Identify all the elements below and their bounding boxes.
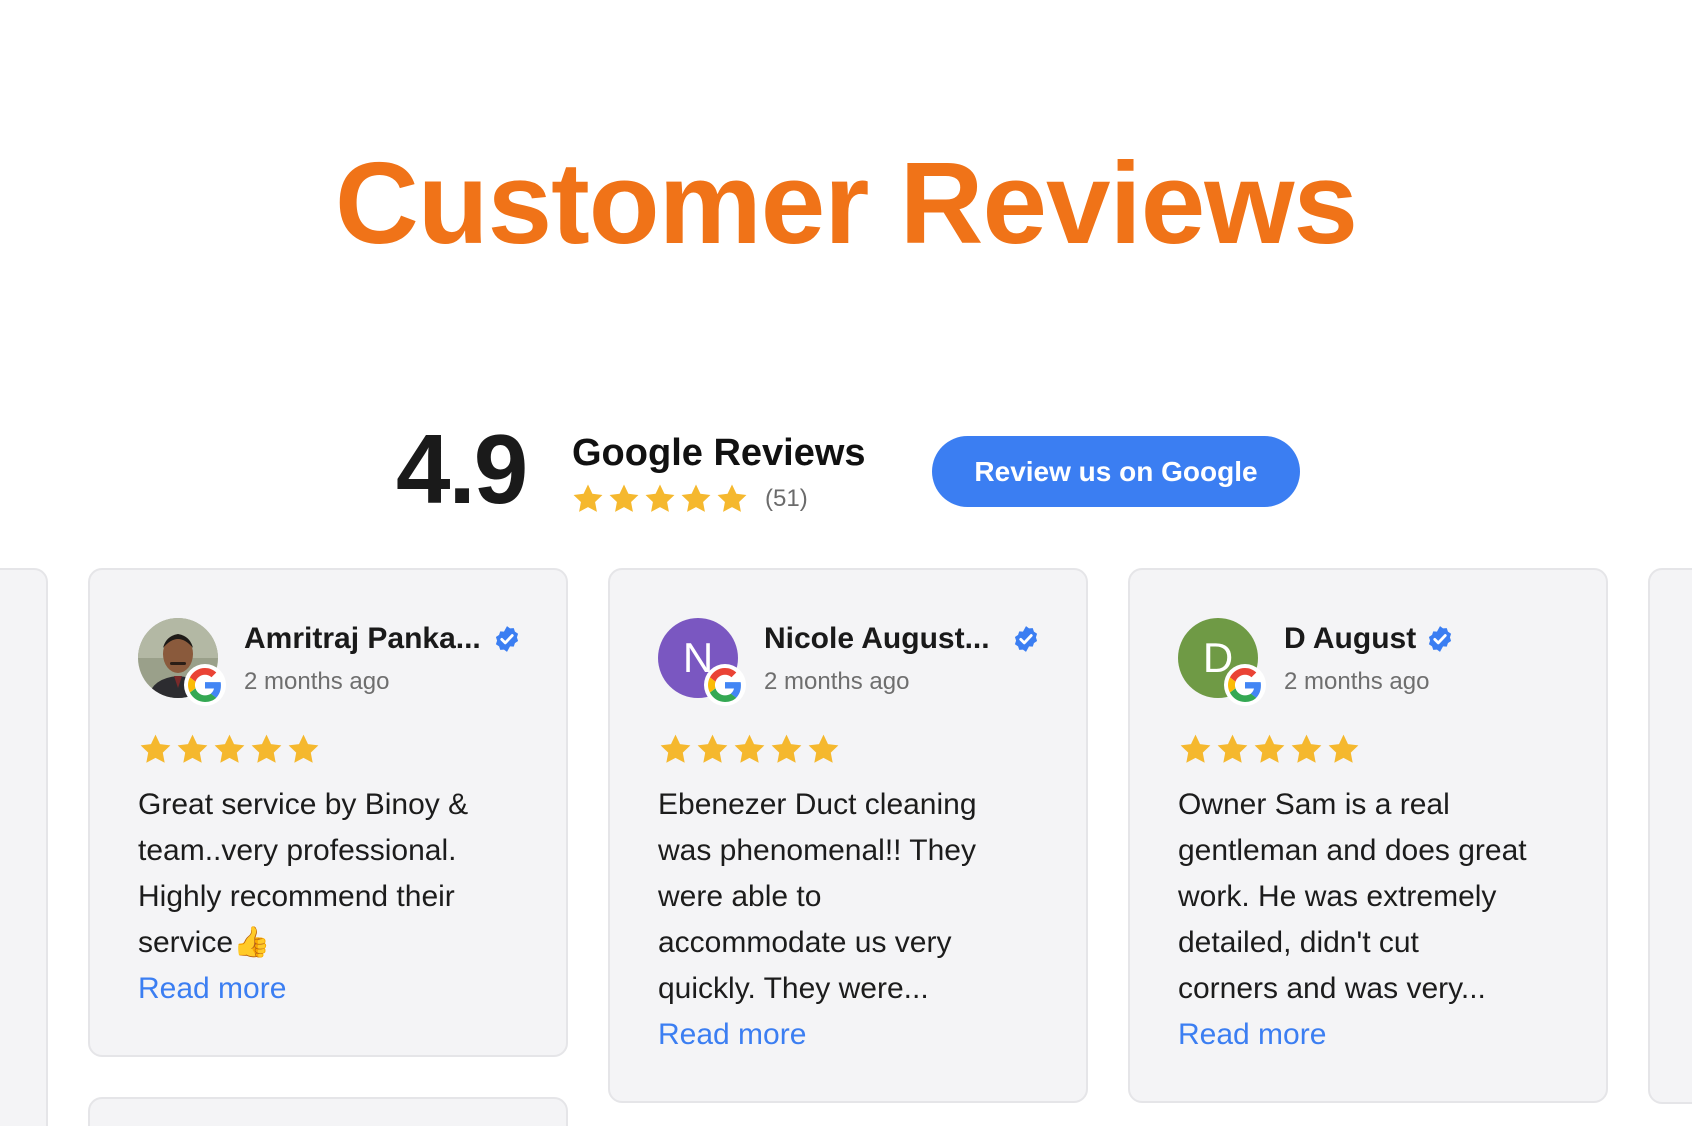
review-stars bbox=[1178, 732, 1361, 767]
review-text-line: accommodate us very bbox=[658, 926, 952, 959]
review-text-line: were able to bbox=[658, 880, 822, 913]
review-card: N Nicole August... 2 months ago Ebenezer… bbox=[608, 568, 1088, 1103]
review-text-line: quickly. They were... bbox=[658, 972, 929, 1005]
reviewer-avatar bbox=[138, 618, 226, 706]
review-text-line: gentleman and does great bbox=[1178, 834, 1527, 867]
star-icon bbox=[643, 482, 677, 516]
verified-badge-icon bbox=[1012, 625, 1040, 653]
reviewer-name[interactable]: D August bbox=[1284, 622, 1416, 656]
star-icon bbox=[607, 482, 641, 516]
review-text: Owner Sam is a real gentleman and does g… bbox=[1178, 782, 1578, 1058]
star-icon bbox=[1289, 732, 1324, 767]
read-more-link[interactable]: Read more bbox=[1178, 1012, 1578, 1058]
star-icon bbox=[138, 732, 173, 767]
review-stars bbox=[138, 732, 321, 767]
reviewer-name[interactable]: Nicole August... bbox=[764, 622, 990, 656]
review-us-on-google-button[interactable]: Review us on Google bbox=[932, 436, 1300, 507]
review-text: Ebenezer Duct cleaning was phenomenal!! … bbox=[658, 782, 1058, 1058]
review-card-partial[interactable] bbox=[0, 568, 48, 1126]
star-icon bbox=[658, 732, 693, 767]
review-text-line: was phenomenal!! They bbox=[658, 834, 976, 867]
reviewer-name[interactable]: Amritraj Panka... bbox=[244, 622, 481, 656]
review-text-line: Owner Sam is a real bbox=[1178, 788, 1450, 821]
reviewer-avatar: D bbox=[1178, 618, 1266, 706]
verified-badge-icon bbox=[493, 625, 521, 653]
star-icon bbox=[806, 732, 841, 767]
verified-badge-icon bbox=[1426, 625, 1454, 653]
read-more-link[interactable]: Read more bbox=[138, 966, 538, 1012]
google-reviews-title: Google Reviews bbox=[572, 432, 866, 474]
page-title: Customer Reviews bbox=[335, 138, 1358, 268]
star-icon bbox=[1215, 732, 1250, 767]
star-icon bbox=[571, 482, 605, 516]
star-icon bbox=[769, 732, 804, 767]
review-text-line: Ebenezer Duct cleaning bbox=[658, 788, 977, 821]
star-icon bbox=[1178, 732, 1213, 767]
google-icon bbox=[184, 664, 226, 706]
read-more-link[interactable]: Read more bbox=[658, 1012, 1058, 1058]
review-text-line: corners and was very... bbox=[1178, 972, 1486, 1005]
review-text-line: service👍 bbox=[138, 926, 271, 959]
star-icon bbox=[1252, 732, 1287, 767]
review-text-line: team..very professional. bbox=[138, 834, 457, 867]
review-text-line: work. He was extremely bbox=[1178, 880, 1497, 913]
star-icon bbox=[1326, 732, 1361, 767]
review-date: 2 months ago bbox=[764, 668, 910, 695]
google-icon bbox=[704, 664, 746, 706]
star-icon bbox=[732, 732, 767, 767]
review-text-line: detailed, didn't cut bbox=[1178, 926, 1419, 959]
average-rating: 4.9 bbox=[396, 414, 528, 524]
summary-stars: (51) bbox=[571, 482, 808, 516]
review-card-partial[interactable] bbox=[1648, 568, 1692, 1104]
review-text-line: Great service by Binoy & bbox=[138, 788, 469, 821]
star-icon bbox=[249, 732, 284, 767]
review-date: 2 months ago bbox=[244, 668, 390, 695]
review-date: 2 months ago bbox=[1284, 668, 1430, 695]
star-icon bbox=[212, 732, 247, 767]
star-icon bbox=[175, 732, 210, 767]
star-icon bbox=[695, 732, 730, 767]
google-icon bbox=[1224, 664, 1266, 706]
star-icon bbox=[715, 482, 749, 516]
review-stars bbox=[658, 732, 841, 767]
review-text: Great service by Binoy & team..very prof… bbox=[138, 782, 538, 1012]
review-card: Amritraj Panka... 2 months ago Great ser… bbox=[88, 568, 568, 1057]
review-card: D D August 2 months ago Owner Sam is a r… bbox=[1128, 568, 1608, 1103]
review-text-line: Highly recommend their bbox=[138, 880, 455, 913]
review-count: (51) bbox=[765, 485, 808, 512]
star-icon bbox=[286, 732, 321, 767]
review-card-partial[interactable] bbox=[88, 1097, 568, 1126]
star-icon bbox=[679, 482, 713, 516]
reviewer-avatar: N bbox=[658, 618, 746, 706]
